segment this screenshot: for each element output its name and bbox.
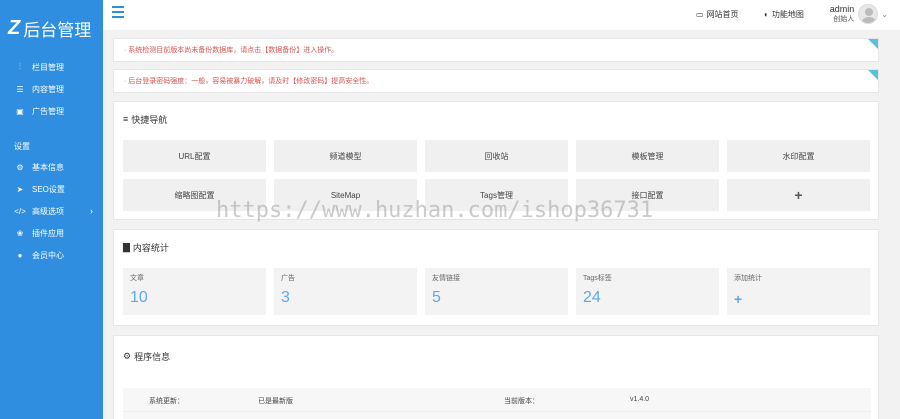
top-header: ▭ 网站首页 ◐ 功能地图 admin 创始人 ⌄ [103,0,900,30]
notice-corner [868,39,878,49]
quick-btn-watermark[interactable]: 水印配置 [727,140,870,172]
main-menu: ⫶ 栏目管理 ☰ 内容管理 ▣ 广告管理 [0,56,103,122]
user-text: admin 创始人 [830,4,855,24]
sidebar-item-label: 会员中心 [32,250,64,260]
stats-title-text: 内容统计 [132,242,169,253]
stat-label: 文章 [130,275,144,282]
add-stat-icon: + [734,291,743,307]
sidebar: Z 后台管理 ⫶ 栏目管理 ☰ 内容管理 ▣ 广告管理 设置 ⚙ 基本信息 ➤ … [0,0,103,419]
username: admin [829,4,855,14]
sidebar-section-settings: 设置 [14,141,30,151]
stat-label: 友情链接 [432,275,460,282]
gear-icon: ⚙ [123,350,132,361]
user-menu[interactable]: admin 创始人 ⌄ [830,4,888,24]
toggle-icon: ◐ [764,10,769,19]
user-role: 创始人 [833,16,855,23]
sidebar-item-seo[interactable]: ➤ SEO设置 [0,178,103,200]
stat-label: Tags标签 [583,275,612,282]
settings-menu: ⚙ 基本信息 ➤ SEO设置 </> 高级选项 › ❀ 插件应用 ● 会员中心 [0,156,103,266]
table-row: 系统更新： 已是最新版 当前版本： v1.4.0 [123,388,871,412]
quick-btn-template[interactable]: 模板管理 [576,140,719,172]
code-icon: </> [14,206,26,216]
sidebar-item-label: SEO设置 [32,184,65,194]
notice-corner [868,70,878,80]
program-info-title-text: 程序信息 [134,351,171,362]
program-info-title: ⚙ 程序信息 [114,336,878,376]
list-icon: ≡ [123,114,129,124]
quick-btn-channel[interactable]: 频道模型 [274,140,417,172]
sidebar-item-ads[interactable]: ▣ 广告管理 [0,100,103,122]
quick-btn-api[interactable]: 接口配置 [576,179,719,211]
stat-value: 10 [130,289,148,306]
sidebar-item-label: 基本信息 [32,162,64,172]
sidebar-item-members[interactable]: ● 会员中心 [0,244,103,266]
quick-nav-grid: URL配置 频道模型 回收站 模板管理 水印配置 缩略图配置 SiteMap T… [123,140,871,211]
stat-tags[interactable]: Tags标签 24 [576,268,719,315]
notice-text: · 后台登录密码强度：一般，容易被暴力破解，请及时【修改密码】提高安全性。 [124,78,374,85]
stat-value: 5 [432,289,441,306]
sidebar-item-advanced[interactable]: </> 高级选项 › [0,200,103,222]
stats-title: ▇ 内容统计 [114,230,878,264]
puzzle-icon: ❀ [16,228,24,238]
bar-chart-icon: ▇ [123,241,130,252]
program-info-card: ⚙ 程序信息 系统更新： 已是最新版 当前版本： v1.4.0 [113,335,879,419]
notice-text: · 系统检测目前版本尚未备份数据库，请点击【数据备份】进入操作。 [124,47,339,54]
quick-nav-title-text: 快捷导航 [131,114,168,125]
user-icon: ● [17,250,23,260]
chevron-right-icon: › [90,206,93,216]
sidebar-item-label: 广告管理 [32,106,64,116]
quick-nav-card: ≡ 快捷导航 URL配置 频道模型 回收站 模板管理 水印配置 缩略图配置 Si… [113,101,879,220]
quick-btn-url[interactable]: URL配置 [123,140,266,172]
stat-articles[interactable]: 文章 10 [123,268,266,315]
stat-label: 添加统计 [734,275,762,282]
sidebar-item-category[interactable]: ⫶ 栏目管理 [0,56,103,78]
sidebar-item-label: 插件应用 [32,228,64,238]
stat-label: 广告 [281,275,295,282]
quick-btn-sitemap[interactable]: SiteMap [274,179,417,211]
stat-value: 24 [583,289,601,306]
stat-value: 3 [281,289,290,306]
logo-mark: Z [8,16,20,39]
quick-nav-title: ≡ 快捷导航 [114,102,878,136]
sidebar-item-plugins[interactable]: ❀ 插件应用 [0,222,103,244]
sidebar-item-content[interactable]: ☰ 内容管理 [0,78,103,100]
site-home-link[interactable]: ▭ 网站首页 [696,9,739,20]
stats-card: ▇ 内容统计 文章 10 广告 3 友情链接 5 Tags标签 24 添加统计 … [113,229,879,326]
stat-add[interactable]: 添加统计 + [727,268,870,315]
function-map-link[interactable]: ◐ 功能地图 [764,9,804,20]
menu-toggle-icon[interactable] [112,6,124,20]
sidebar-item-label: 栏目管理 [32,62,64,72]
quick-btn-add[interactable]: + [727,179,870,211]
notice-password: · 后台登录密码强度：一般，容易被暴力破解，请及时【修改密码】提高安全性。 [113,69,879,93]
sidebar-item-basic[interactable]: ⚙ 基本信息 [0,156,103,178]
monitor-icon: ▭ [696,10,704,19]
program-info-table: 系统更新： 已是最新版 当前版本： v1.4.0 [123,388,871,419]
avatar[interactable] [858,4,879,24]
site-home-label: 网站首页 [706,10,739,19]
info-value: v1.4.0 [630,396,650,403]
stats-grid: 文章 10 广告 3 友情链接 5 Tags标签 24 添加统计 + [123,268,871,315]
stat-ads[interactable]: 广告 3 [274,268,417,315]
quick-btn-thumb[interactable]: 缩略图配置 [123,179,266,211]
list-icon: ☰ [16,84,24,94]
function-map-label: 功能地图 [771,10,804,19]
sidebar-item-label: 内容管理 [32,84,64,94]
sidebar-item-label: 高级选项 [32,206,64,216]
logo[interactable]: Z 后台管理 [0,0,103,56]
table-row [123,412,871,419]
info-key: 当前版本： [504,398,539,405]
info-value: 已是最新版 [258,398,293,405]
send-icon: ➤ [16,184,24,194]
sitemap-icon: ⫶ [19,62,21,71]
image-icon: ▣ [16,106,24,116]
quick-btn-recycle[interactable]: 回收站 [425,140,568,172]
logo-text: 后台管理 [23,20,92,40]
stat-links[interactable]: 友情链接 5 [425,268,568,315]
info-key: 系统更新： [149,398,184,405]
chevron-down-icon: ⌄ [881,9,888,19]
quick-btn-tags[interactable]: Tags管理 [425,179,568,211]
gear-icon: ⚙ [16,162,24,172]
notice-backup: · 系统检测目前版本尚未备份数据库，请点击【数据备份】进入操作。 [113,38,879,62]
